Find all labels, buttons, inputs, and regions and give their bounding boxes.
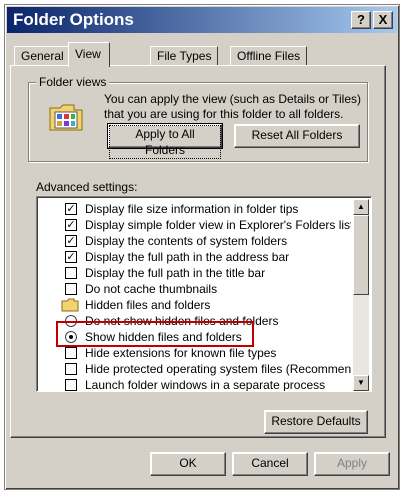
setting-label: Do not show hidden files and folders [85, 314, 279, 328]
folder-views-icon [49, 104, 83, 131]
advanced-setting-row[interactable]: Hide extensions for known file types [39, 345, 351, 361]
advanced-setting-row[interactable]: Do not show hidden files and folders [39, 313, 351, 329]
scroll-down-button[interactable]: ▼ [353, 375, 369, 391]
vertical-scrollbar[interactable]: ▲ ▼ [353, 199, 369, 391]
apply-to-all-folders-label: Apply to All Folders [109, 125, 221, 159]
setting-label: Hidden files and folders [85, 298, 211, 312]
checkbox[interactable]: ✓ [65, 203, 77, 215]
close-button[interactable]: X [373, 11, 393, 29]
checkbox[interactable]: ✓ [65, 235, 77, 247]
advanced-setting-row[interactable]: ✓ Display simple folder view in Explorer'… [39, 217, 351, 233]
setting-label: Display the contents of system folders [85, 234, 288, 248]
advanced-setting-row[interactable]: Hidden files and folders [39, 297, 351, 313]
setting-label: Display the full path in the title bar [85, 266, 266, 280]
apply-to-all-folders-button[interactable]: Apply to All Folders [107, 123, 223, 159]
checkbox[interactable] [65, 347, 77, 359]
advanced-settings-list[interactable]: ✓ Display file size information in folder… [36, 196, 372, 392]
checkbox[interactable]: ✓ [65, 219, 77, 231]
checkbox[interactable] [65, 267, 77, 279]
reset-all-folders-button[interactable]: Reset All Folders [234, 124, 360, 148]
apply-button[interactable]: Apply [314, 452, 390, 476]
restore-defaults-button[interactable]: Restore Defaults [264, 410, 368, 434]
setting-label: Display the full path in the address bar [85, 250, 290, 264]
folder-views-label: Folder views [36, 75, 110, 89]
setting-label: Do not cache thumbnails [85, 282, 218, 296]
title-bar[interactable]: Folder Options ? X [7, 7, 397, 33]
tab-offline-files[interactable]: Offline Files [230, 46, 308, 65]
checkbox[interactable]: ✓ [65, 251, 77, 263]
advanced-settings-label: Advanced settings: [36, 180, 138, 194]
scroll-up-button[interactable]: ▲ [353, 199, 369, 215]
scroll-thumb[interactable] [353, 215, 369, 295]
ok-button[interactable]: OK [150, 452, 226, 476]
advanced-setting-row[interactable]: ✓ Display the full path in the address ba… [39, 249, 351, 265]
tab-general[interactable]: General [14, 46, 71, 65]
radio-button[interactable] [65, 315, 77, 327]
setting-label: Hide protected operating system files (R… [85, 362, 351, 376]
setting-label: Display simple folder view in Explorer's… [85, 218, 351, 232]
advanced-setting-row[interactable]: Launch folder windows in a separate proc… [39, 377, 351, 391]
checkbox[interactable] [65, 363, 77, 375]
advanced-setting-row[interactable]: Do not cache thumbnails [39, 281, 351, 297]
help-button[interactable]: ? [351, 11, 371, 29]
cancel-button[interactable]: Cancel [232, 452, 308, 476]
advanced-setting-row[interactable]: Hide protected operating system files (R… [39, 361, 351, 377]
advanced-setting-row[interactable]: ✓ Display file size information in folder… [39, 201, 351, 217]
setting-label: Show hidden files and folders [85, 330, 242, 344]
folder-views-description: You can apply the view (such as Details … [104, 92, 362, 121]
tab-view[interactable]: View [68, 42, 110, 67]
checkbox[interactable] [65, 283, 77, 295]
advanced-setting-row[interactable]: Show hidden files and folders [39, 329, 351, 345]
radio-button[interactable] [65, 331, 77, 343]
advanced-setting-row[interactable]: ✓ Display the contents of system folders [39, 233, 351, 249]
setting-label: Hide extensions for known file types [85, 346, 277, 360]
folder-icon [61, 298, 79, 312]
tab-file-types[interactable]: File Types [150, 46, 219, 65]
advanced-settings-items: ✓ Display file size information in folder… [39, 199, 351, 391]
window-title: Folder Options [13, 10, 134, 29]
advanced-setting-row[interactable]: Display the full path in the title bar [39, 265, 351, 281]
setting-label: Display file size information in folder … [85, 202, 299, 216]
checkbox[interactable] [65, 379, 77, 391]
setting-label: Launch folder windows in a separate proc… [85, 378, 326, 391]
